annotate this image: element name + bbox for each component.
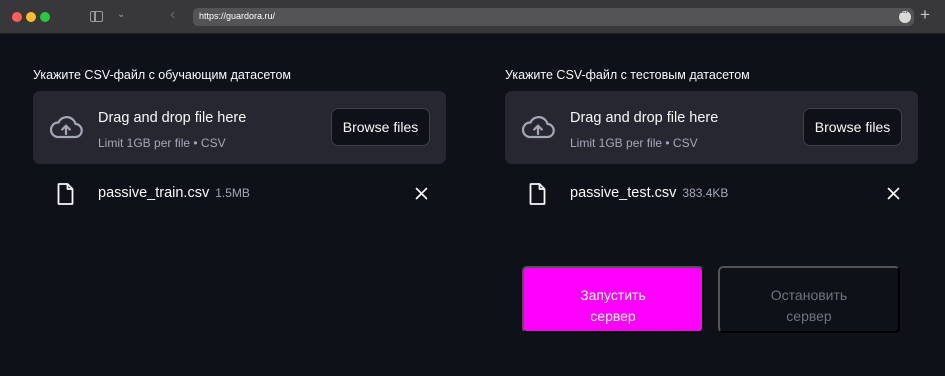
- test-file-size: 383.4KB: [682, 186, 729, 200]
- train-file-name: passive_train.csv: [98, 185, 210, 201]
- stop-server-label-line2: сервер: [786, 307, 832, 324]
- file-icon: [57, 183, 74, 205]
- test-file-name-line: passive_test.csv 383.4KB: [570, 185, 728, 201]
- test-drop-title: Drag and drop file here: [570, 110, 719, 126]
- stop-server-label-line1: Остановить: [770, 286, 848, 303]
- train-upload-label: Укажите CSV-файл с обучающим датасетом: [33, 68, 291, 82]
- new-tab-plus-icon[interactable]: +: [920, 6, 930, 23]
- chevron-down-icon[interactable]: ⌄: [117, 9, 125, 20]
- test-browse-files-button[interactable]: Browse files: [803, 108, 902, 146]
- minimize-window-button[interactable]: [26, 12, 36, 22]
- back-arrow-icon[interactable]: ‹: [170, 7, 175, 23]
- cloud-upload-icon: [521, 116, 555, 139]
- address-bar-url[interactable]: https://guardora.ru/: [199, 11, 275, 21]
- start-server-button[interactable]: Запустить сервер: [522, 266, 704, 333]
- test-dropzone[interactable]: Drag and drop file here Limit 1GB per fi…: [505, 91, 918, 164]
- train-dropzone[interactable]: Drag and drop file here Limit 1GB per fi…: [33, 91, 446, 164]
- browser-titlebar: ⌄ ‹ https://guardora.ru/ +: [0, 0, 945, 34]
- maximize-window-button[interactable]: [40, 12, 50, 22]
- train-drop-title: Drag and drop file here: [98, 110, 247, 126]
- start-server-label-line1: Запустить: [580, 286, 646, 303]
- close-window-button[interactable]: [12, 12, 22, 22]
- train-uploaded-file: passive_train.csv 1.5MB: [33, 179, 446, 209]
- stop-server-button[interactable]: Остановить сервер: [718, 266, 900, 333]
- test-file-name: passive_test.csv: [570, 185, 677, 201]
- address-bar[interactable]: https://guardora.ru/: [193, 7, 914, 26]
- train-browse-files-button[interactable]: Browse files: [331, 108, 430, 146]
- train-file-size: 1.5MB: [215, 186, 250, 200]
- more-options-icon[interactable]: [899, 7, 911, 23]
- close-icon[interactable]: [415, 187, 428, 200]
- test-upload-label: Укажите CSV-файл с тестовым датасетом: [505, 68, 750, 82]
- train-drop-limit: Limit 1GB per file • CSV: [98, 136, 226, 150]
- file-icon: [529, 183, 546, 205]
- test-drop-limit: Limit 1GB per file • CSV: [570, 136, 698, 150]
- sidebar-toggle-icon[interactable]: [90, 11, 103, 22]
- cloud-upload-icon: [49, 116, 83, 139]
- test-uploaded-file: passive_test.csv 383.4KB: [505, 179, 918, 209]
- start-server-label-line2: сервер: [590, 307, 636, 324]
- close-icon[interactable]: [887, 187, 900, 200]
- train-file-name-line: passive_train.csv 1.5MB: [98, 185, 250, 201]
